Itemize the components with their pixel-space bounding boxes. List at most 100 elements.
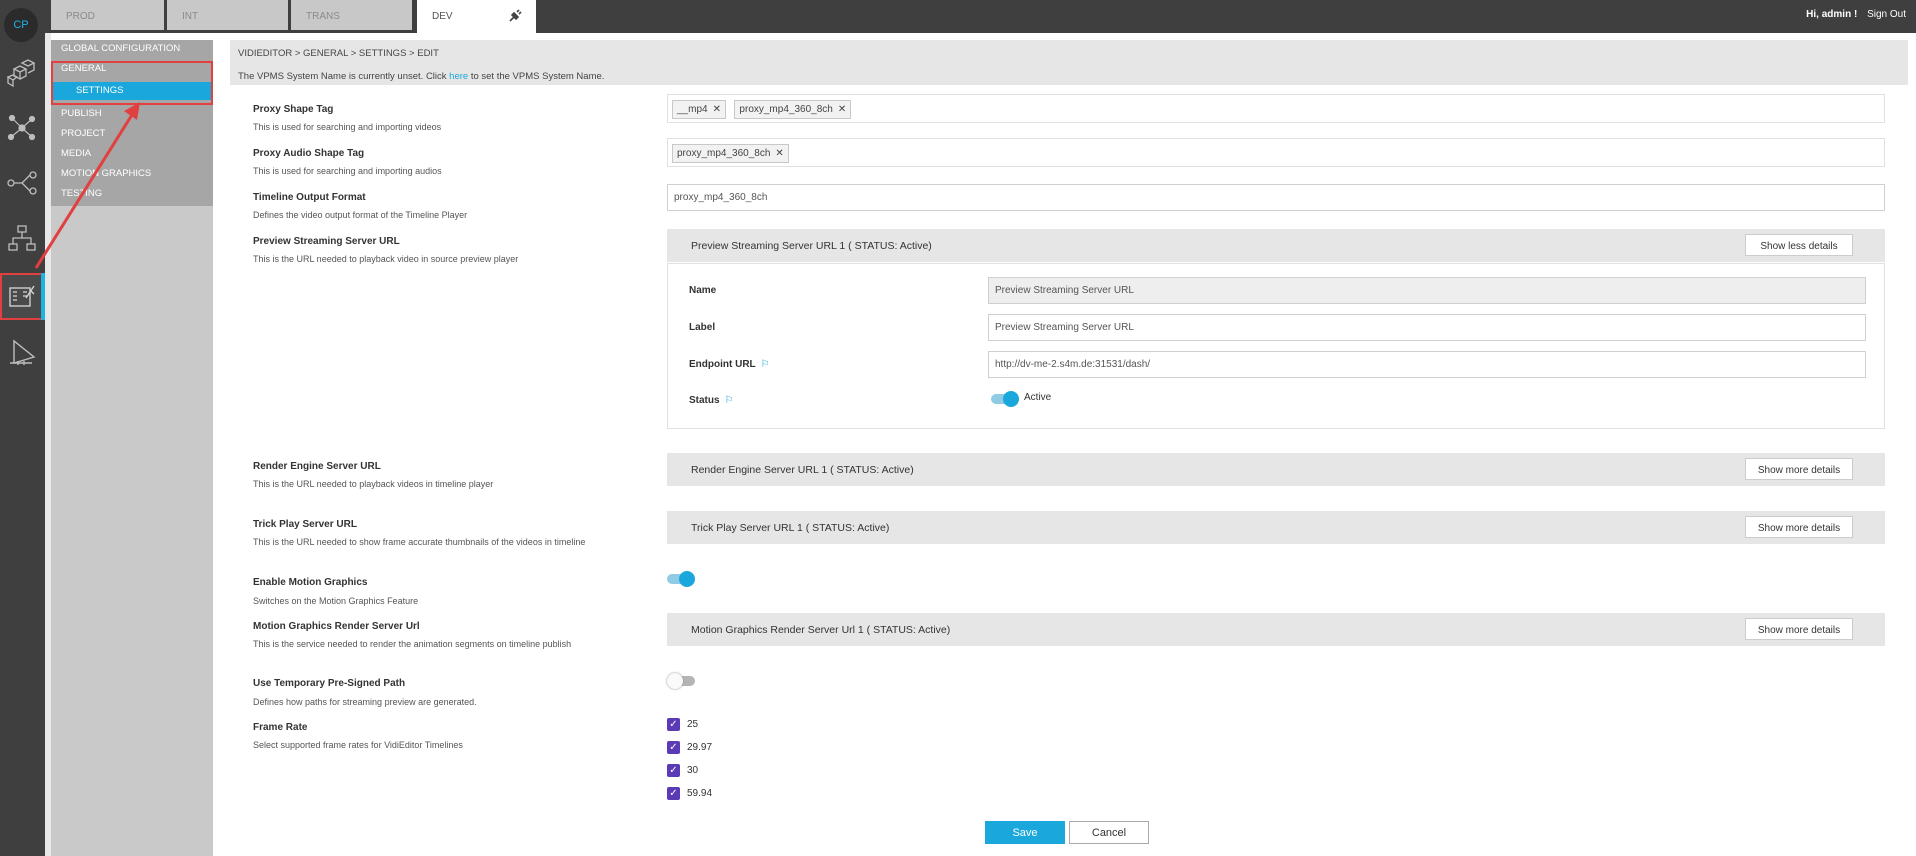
cancel-button[interactable]: Cancel bbox=[1069, 821, 1149, 844]
frame-rate-checkbox[interactable]: ✓ bbox=[667, 787, 680, 800]
side-panel bbox=[51, 206, 213, 856]
notice-text: to set the VPMS System Name. bbox=[468, 71, 605, 82]
ruler-icon[interactable] bbox=[4, 335, 40, 371]
toggle-knob bbox=[1003, 391, 1019, 407]
presigned-desc: Defines how paths for streaming preview … bbox=[253, 697, 477, 707]
mg-group-header: Motion Graphics Render Server Url 1 ( ST… bbox=[667, 613, 1885, 646]
status-value: Active bbox=[1024, 392, 1052, 403]
preview-stream-desc: This is the URL needed to playback video… bbox=[253, 254, 519, 264]
trick-group-header: Trick Play Server URL 1 ( STATUS: Active… bbox=[667, 511, 1885, 544]
motion-graphics-label: Enable Motion Graphics bbox=[253, 577, 368, 588]
tag-chip: proxy_mp4_360_8ch ✕ bbox=[734, 100, 852, 119]
trick-group-title: Trick Play Server URL 1 ( STATUS: Active… bbox=[691, 522, 890, 534]
mg-group-title: Motion Graphics Render Server Url 1 ( ST… bbox=[691, 624, 951, 636]
render-engine-desc: This is the URL needed to playback video… bbox=[253, 479, 494, 489]
remove-tag-icon[interactable]: ✕ bbox=[838, 104, 846, 115]
toggle-knob bbox=[667, 673, 683, 689]
nav-item-project[interactable]: PROJECT bbox=[51, 125, 213, 143]
frame-rate-option: 59.94 bbox=[687, 788, 713, 799]
network-icon[interactable] bbox=[4, 110, 40, 146]
tag-chip: __mp4 ✕ bbox=[672, 100, 726, 119]
vidieditor-icon[interactable] bbox=[4, 278, 40, 314]
presigned-toggle[interactable] bbox=[667, 673, 695, 689]
hierarchy-icon[interactable] bbox=[4, 220, 40, 256]
flag-icon[interactable]: ⚐ bbox=[725, 395, 734, 406]
frame-rate-option: 25 bbox=[687, 719, 699, 730]
timeline-output-input[interactable]: proxy_mp4_360_8ch bbox=[667, 184, 1885, 211]
notice-link[interactable]: here bbox=[449, 71, 468, 82]
nav-item-motion-graphics[interactable]: MOTION GRAPHICS bbox=[51, 165, 213, 183]
plug-icon[interactable] bbox=[508, 9, 522, 26]
frame-rate-option: 30 bbox=[687, 765, 699, 776]
tag-text: proxy_mp4_360_8ch bbox=[677, 148, 771, 159]
render-group-title: Render Engine Server URL 1 ( STATUS: Act… bbox=[691, 464, 914, 476]
breadcrumb: VIDIEDITOR > GENERAL > SETTINGS > EDIT bbox=[238, 48, 439, 59]
preview-group-title: Preview Streaming Server URL 1 ( STATUS:… bbox=[691, 240, 932, 252]
user-area: Hi, admin ! Sign Out bbox=[1799, 9, 1906, 20]
remove-tag-icon[interactable]: ✕ bbox=[713, 104, 721, 115]
show-more-details-button[interactable]: Show more details bbox=[1745, 458, 1853, 480]
tag-text: __mp4 bbox=[677, 104, 708, 115]
header-area: VIDIEDITOR > GENERAL > SETTINGS > EDIT T… bbox=[230, 40, 1908, 85]
tab-dev[interactable]: DEV bbox=[417, 0, 536, 33]
endpoint-url-input[interactable]: http://dv-me-2.s4m.de:31531/dash/ bbox=[988, 351, 1866, 378]
timeline-output-label: Timeline Output Format bbox=[253, 192, 366, 203]
frame-rate-option: 29.97 bbox=[687, 742, 713, 753]
frame-rate-checkbox[interactable]: ✓ bbox=[667, 718, 680, 731]
settings-highlight-box bbox=[51, 61, 213, 105]
motion-graphics-desc: Switches on the Motion Graphics Feature bbox=[253, 596, 419, 606]
workflow-icon[interactable] bbox=[4, 165, 40, 201]
name-label: Name bbox=[689, 285, 717, 296]
cubes-icon[interactable] bbox=[4, 55, 40, 91]
flag-icon[interactable]: ⚐ bbox=[761, 359, 770, 370]
status-text: Status bbox=[689, 395, 720, 406]
remove-tag-icon[interactable]: ✕ bbox=[775, 148, 783, 159]
show-less-details-button[interactable]: Show less details bbox=[1745, 234, 1853, 256]
nav-item-testing[interactable]: TESTING bbox=[51, 185, 213, 203]
trick-play-label: Trick Play Server URL bbox=[253, 519, 357, 530]
show-more-details-button[interactable]: Show more details bbox=[1745, 618, 1853, 640]
user-greeting: Hi, admin ! bbox=[1806, 9, 1858, 20]
endpoint-url-label: Endpoint URL ⚐ bbox=[689, 359, 770, 370]
notice-text: The VPMS System Name is currently unset.… bbox=[238, 71, 450, 82]
frame-rate-checkbox[interactable]: ✓ bbox=[667, 741, 680, 754]
frame-rate-checkbox[interactable]: ✓ bbox=[667, 764, 680, 777]
tab-int[interactable]: INT bbox=[167, 0, 288, 30]
save-button[interactable]: Save bbox=[985, 821, 1065, 844]
status-toggle[interactable] bbox=[991, 391, 1019, 407]
tag-text: proxy_mp4_360_8ch bbox=[739, 104, 833, 115]
render-engine-label: Render Engine Server URL bbox=[253, 461, 381, 472]
proxy-shape-tag-input[interactable]: __mp4 ✕ proxy_mp4_360_8ch ✕ bbox=[667, 94, 1885, 123]
preview-group-header: Preview Streaming Server URL 1 ( STATUS:… bbox=[667, 229, 1885, 262]
proxy-audio-label: Proxy Audio Shape Tag bbox=[253, 148, 365, 159]
sign-out-link[interactable]: Sign Out bbox=[1867, 9, 1906, 20]
system-name-notice: The VPMS System Name is currently unset.… bbox=[238, 71, 604, 82]
tab-prod[interactable]: PROD bbox=[51, 0, 164, 30]
top-bar: PROD INT TRANS DEV Hi, admin ! Sign Out bbox=[0, 0, 1916, 33]
name-input: Preview Streaming Server URL bbox=[988, 277, 1866, 304]
endpoint-url-text: Endpoint URL bbox=[689, 359, 756, 370]
show-more-details-button[interactable]: Show more details bbox=[1745, 516, 1853, 538]
nav-item-publish[interactable]: PUBLISH bbox=[51, 105, 213, 123]
presigned-label: Use Temporary Pre-Signed Path bbox=[253, 678, 406, 689]
preview-stream-label: Preview Streaming Server URL bbox=[253, 236, 400, 247]
proxy-audio-tag-input[interactable]: proxy_mp4_360_8ch ✕ bbox=[667, 138, 1885, 167]
tab-trans[interactable]: TRANS bbox=[291, 0, 412, 30]
tab-label: INT bbox=[182, 11, 199, 22]
trick-play-desc: This is the URL needed to show frame acc… bbox=[253, 537, 586, 547]
label-label: Label bbox=[689, 322, 716, 333]
nav-item-global-configuration[interactable]: GLOBAL CONFIGURATION bbox=[51, 40, 213, 58]
logo[interactable]: CP bbox=[4, 8, 38, 42]
motion-graphics-toggle[interactable] bbox=[667, 571, 695, 587]
tab-label: PROD bbox=[66, 11, 95, 22]
toggle-knob bbox=[679, 571, 695, 587]
tab-label: DEV bbox=[432, 11, 453, 22]
proxy-shape-desc: This is used for searching and importing… bbox=[253, 122, 442, 132]
label-input[interactable]: Preview Streaming Server URL bbox=[988, 314, 1866, 341]
tag-chip: proxy_mp4_360_8ch ✕ bbox=[672, 144, 789, 163]
proxy-shape-label: Proxy Shape Tag bbox=[253, 104, 334, 115]
proxy-audio-desc: This is used for searching and importing… bbox=[253, 166, 442, 176]
nav-item-media[interactable]: MEDIA bbox=[51, 145, 213, 163]
left-rail: CP bbox=[0, 0, 45, 856]
mg-render-label: Motion Graphics Render Server Url bbox=[253, 621, 420, 632]
